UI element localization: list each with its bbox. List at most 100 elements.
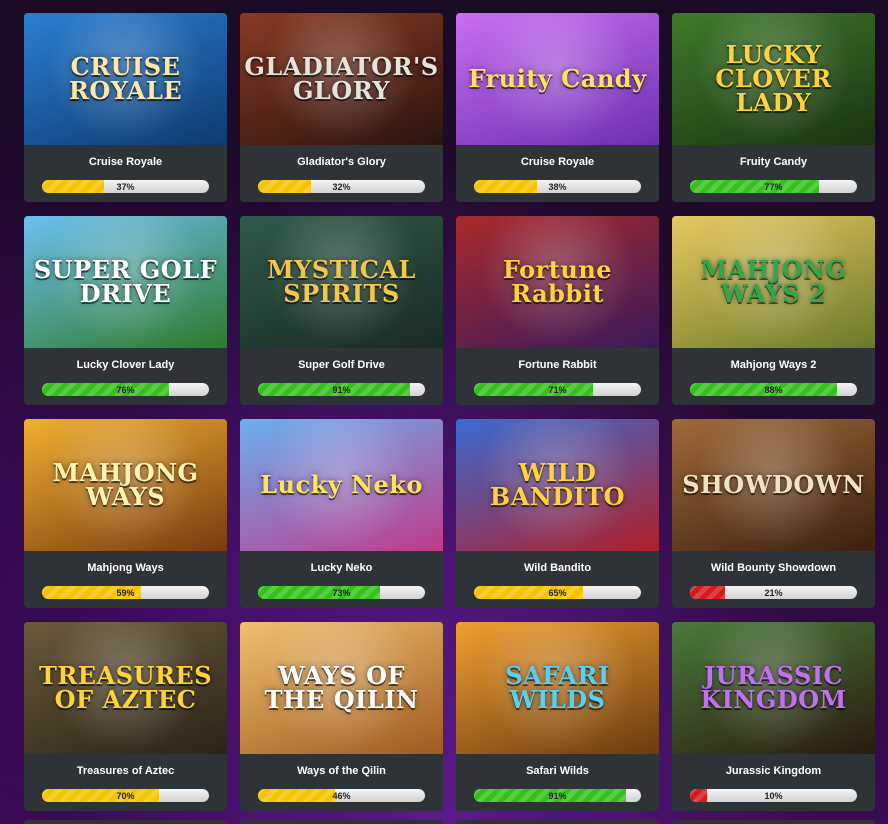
rtp-percent-label: 59% — [116, 587, 135, 598]
game-logo: WILD BANDITO — [489, 458, 626, 511]
game-card[interactable]: CRUISE ROYALE Cruise Royale 37% — [24, 13, 227, 202]
game-name: Jurassic Kingdom — [725, 764, 822, 777]
game-name: Cruise Royale — [88, 155, 163, 168]
game-thumbnail[interactable]: Fruity Candy — [456, 13, 659, 145]
game-logo: GLADIATOR'S GLORY — [244, 52, 439, 105]
game-thumbnail[interactable]: SAFARI WILDS — [456, 622, 659, 754]
game-card-partial[interactable] — [456, 820, 659, 824]
game-logo: MAHJONG WAYS — [52, 458, 199, 511]
rtp-progress-bar: 46% — [258, 789, 425, 802]
game-card[interactable]: WAYS OF THE QILIN Ways of the Qilin 46% — [240, 622, 443, 811]
game-logo: SAFARI WILDS — [505, 661, 610, 714]
game-grid: CRUISE ROYALE Cruise Royale 37% GLADIATOR'S… — [24, 13, 875, 811]
game-card[interactable]: SUPER GOLF DRIVE Lucky Clover Lady 76% — [24, 216, 227, 405]
game-logo: MYSTICAL SPIRITS — [267, 255, 416, 308]
game-logo: SUPER GOLF DRIVE — [33, 255, 218, 308]
game-thumbnail[interactable]: JURASSIC KINGDOM — [672, 622, 875, 754]
rtp-progress-bar: 10% — [690, 789, 857, 802]
game-name: Cruise Royale — [520, 155, 595, 168]
rtp-percent-label: 73% — [332, 587, 351, 598]
game-card[interactable]: Lucky Neko Lucky Neko 73% — [240, 419, 443, 608]
game-name: Fortune Rabbit — [518, 358, 597, 371]
game-card[interactable]: JURASSIC KINGDOM Jurassic Kingdom 10% — [672, 622, 875, 811]
game-thumbnail[interactable]: MAHJONG WAYS — [24, 419, 227, 551]
game-thumbnail[interactable]: LUCKY CLOVER LADY — [672, 13, 875, 145]
game-card[interactable]: MAHJONG WAYS Mahjong Ways 59% — [24, 419, 227, 608]
game-card[interactable]: Fruity Candy Cruise Royale 38% — [456, 13, 659, 202]
game-thumbnail[interactable]: GLADIATOR'S GLORY — [240, 13, 443, 145]
rtp-progress-bar: 91% — [474, 789, 641, 802]
game-name: Lucky Neko — [310, 561, 373, 574]
game-logo: SHOWDOWN — [682, 470, 865, 499]
rtp-percent-label: 71% — [548, 384, 567, 395]
rtp-progress-bar: 71% — [474, 383, 641, 396]
game-thumbnail[interactable]: MAHJONG WAYS 2 — [672, 216, 875, 348]
game-card[interactable]: LUCKY CLOVER LADY Fruity Candy 77% — [672, 13, 875, 202]
game-card[interactable]: SHOWDOWN Wild Bounty Showdown 21% — [672, 419, 875, 608]
game-thumbnail[interactable]: SUPER GOLF DRIVE — [24, 216, 227, 348]
game-thumbnail[interactable]: MYSTICAL SPIRITS — [240, 216, 443, 348]
game-thumbnail[interactable]: WILD BANDITO — [456, 419, 659, 551]
game-card[interactable]: MAHJONG WAYS 2 Mahjong Ways 2 88% — [672, 216, 875, 405]
game-name: Gladiator's Glory — [297, 155, 386, 168]
game-name: Mahjong Ways 2 — [730, 358, 817, 371]
rtp-percent-label: 76% — [116, 384, 135, 395]
game-name: Lucky Clover Lady — [76, 358, 175, 371]
game-thumbnail[interactable]: Fortune Rabbit — [456, 216, 659, 348]
game-name: Safari Wilds — [526, 764, 589, 777]
game-card[interactable]: MYSTICAL SPIRITS Super Golf Drive 91% — [240, 216, 443, 405]
game-name: Treasures of Aztec — [76, 764, 175, 777]
game-thumbnail[interactable]: CRUISE ROYALE — [24, 13, 227, 145]
rtp-percent-label: 91% — [332, 384, 351, 395]
game-card[interactable]: TREASURES OF AZTEC Treasures of Aztec 70% — [24, 622, 227, 811]
game-name: Super Golf Drive — [298, 358, 385, 371]
rtp-progress-bar: 32% — [258, 180, 425, 193]
rtp-progress-bar: 21% — [690, 586, 857, 599]
rtp-percent-label: 21% — [764, 587, 783, 598]
rtp-progress-bar: 88% — [690, 383, 857, 396]
game-logo: Fortune Rabbit — [502, 255, 613, 308]
rtp-progress-bar: 37% — [42, 180, 209, 193]
game-card-partial[interactable] — [672, 820, 875, 824]
game-card-partial[interactable] — [24, 820, 227, 824]
game-logo: Fruity Candy — [468, 64, 647, 93]
game-logo: MAHJONG WAYS 2 — [700, 255, 847, 308]
game-card[interactable]: Fortune Rabbit Fortune Rabbit 71% — [456, 216, 659, 405]
next-row-partial — [24, 820, 875, 824]
rtp-progress-bar: 59% — [42, 586, 209, 599]
rtp-progress-bar: 38% — [474, 180, 641, 193]
rtp-percent-label: 70% — [116, 790, 135, 801]
rtp-percent-label: 65% — [548, 587, 567, 598]
game-name: Mahjong Ways — [87, 561, 164, 574]
rtp-percent-label: 77% — [764, 181, 783, 192]
rtp-progress-bar: 77% — [690, 180, 857, 193]
game-thumbnail[interactable]: Lucky Neko — [240, 419, 443, 551]
rtp-progress-bar: 76% — [42, 383, 209, 396]
rtp-percent-label: 91% — [548, 790, 567, 801]
game-card[interactable]: GLADIATOR'S GLORY Gladiator's Glory 32% — [240, 13, 443, 202]
game-logo: JURASSIC KINGDOM — [700, 661, 847, 714]
rtp-percent-label: 46% — [332, 790, 351, 801]
game-logo: LUCKY CLOVER LADY — [715, 40, 832, 117]
game-thumbnail[interactable]: SHOWDOWN — [672, 419, 875, 551]
rtp-progress-bar: 70% — [42, 789, 209, 802]
rtp-progress-bar: 65% — [474, 586, 641, 599]
rtp-percent-label: 10% — [764, 790, 783, 801]
game-thumbnail[interactable]: TREASURES OF AZTEC — [24, 622, 227, 754]
game-card-partial[interactable] — [240, 820, 443, 824]
game-logo: Lucky Neko — [260, 470, 423, 499]
game-logo: TREASURES OF AZTEC — [38, 661, 213, 714]
rtp-progress-bar: 73% — [258, 586, 425, 599]
rtp-percent-label: 88% — [764, 384, 783, 395]
game-card[interactable]: WILD BANDITO Wild Bandito 65% — [456, 419, 659, 608]
rtp-percent-label: 37% — [116, 181, 135, 192]
game-card[interactable]: SAFARI WILDS Safari Wilds 91% — [456, 622, 659, 811]
game-logo: CRUISE ROYALE — [68, 52, 183, 105]
game-name: Wild Bandito — [523, 561, 592, 574]
game-name: Wild Bounty Showdown — [710, 561, 837, 574]
game-thumbnail[interactable]: WAYS OF THE QILIN — [240, 622, 443, 754]
game-name: Ways of the Qilin — [297, 764, 386, 777]
rtp-percent-label: 32% — [332, 181, 351, 192]
rtp-progress-bar: 91% — [258, 383, 425, 396]
rtp-percent-label: 38% — [548, 181, 567, 192]
